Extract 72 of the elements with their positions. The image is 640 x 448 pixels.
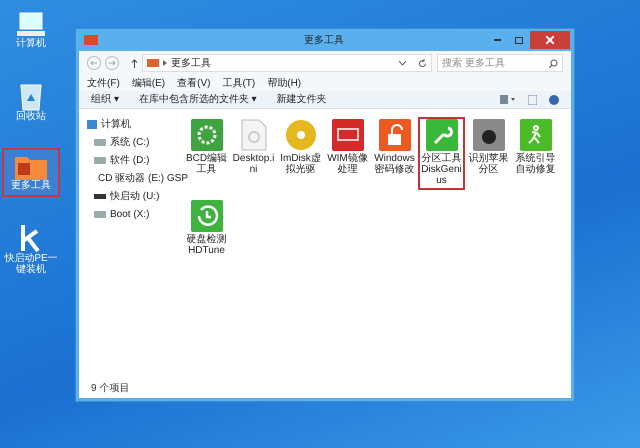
file-item[interactable]: WIM镜像处理 [324, 117, 371, 190]
drive-icon [94, 157, 106, 164]
running-person-icon [520, 119, 552, 151]
disc-icon [284, 119, 316, 151]
menu-item[interactable]: 工具(T) [222, 76, 256, 90]
file-label: 分区工具DiskGenius [420, 153, 463, 186]
gear-icon [190, 119, 222, 151]
desktop-icon[interactable]: 回收站 [2, 75, 60, 128]
folder-icon [84, 35, 98, 45]
sidebar-item[interactable]: 快启动 (U:) [110, 189, 160, 204]
sidebar-item[interactable]: 系统 (C:) [110, 135, 150, 150]
file-item[interactable]: 识别苹果分区 [465, 117, 512, 190]
toolbar-button[interactable]: 新建文件夹 [276, 92, 327, 107]
menu-item[interactable]: 文件(F) [87, 76, 120, 90]
help-icon[interactable] [549, 94, 559, 104]
chevron-right-icon [163, 60, 167, 66]
search-input[interactable]: 搜索 更多工具 [442, 56, 542, 70]
desktop-icon[interactable]: 快启动PE一键装机 [2, 217, 60, 281]
file-label: Windows密码修改 [373, 153, 416, 175]
close-button[interactable] [530, 31, 570, 49]
desktop-icon[interactable]: 更多工具 [2, 148, 60, 197]
desktop-icon[interactable]: 计算机 [2, 6, 60, 55]
preview-pane-icon[interactable] [528, 94, 537, 104]
up-button[interactable] [131, 58, 138, 68]
clock-icon [190, 200, 222, 232]
menu-item[interactable]: 编辑(E) [132, 76, 166, 90]
refresh-icon[interactable] [418, 58, 427, 68]
file-item[interactable]: ImDisk虚拟光驱 [277, 117, 324, 190]
menu-item[interactable]: 帮助(H) [267, 76, 302, 90]
computer-icon [17, 12, 45, 38]
address-path: 更多工具 [171, 56, 211, 70]
sidebar-item[interactable]: 软件 (D:) [110, 153, 150, 168]
file-item[interactable]: 分区工具DiskGenius [418, 117, 465, 190]
file-item[interactable]: 系统引导自动修复 [512, 117, 559, 190]
desktop-icon-label: 计算机 [16, 38, 46, 49]
sidebar-item[interactable]: CD 驱动器 (E:) GSP [98, 171, 188, 186]
file-label: Desktop.ini [232, 153, 275, 175]
file-label: BCD编辑工具 [186, 153, 228, 175]
file-label: 硬盘检测HDTune [186, 234, 228, 256]
computer-icon [87, 120, 97, 129]
file-item[interactable]: Desktop.ini [230, 117, 277, 190]
file-label: 识别苹果分区 [468, 153, 510, 175]
folder-icon [147, 59, 159, 67]
wrench-icon [426, 119, 458, 151]
status-bar-text: 9 个项目 [91, 382, 130, 396]
address-bar[interactable]: 更多工具 [142, 54, 432, 72]
dropdown-icon[interactable] [399, 60, 406, 66]
window-title: 更多工具 [304, 34, 344, 48]
sidebar-item[interactable]: Boot (X:) [110, 207, 150, 222]
file-item[interactable]: 硬盘检测HDTune [183, 198, 230, 260]
desktop-icon-label: 更多工具 [11, 180, 51, 191]
drive-icon [94, 139, 106, 146]
document-icon [240, 119, 266, 151]
drive-icon [94, 211, 106, 218]
file-item[interactable]: Windows密码修改 [371, 117, 418, 190]
desktop-icon-label: 回收站 [16, 111, 46, 122]
close-icon [546, 36, 554, 44]
toolbar-button[interactable]: 组织 ▾ [91, 92, 119, 107]
folder-icon [15, 154, 47, 180]
menu-item[interactable]: 查看(V) [177, 76, 210, 90]
search-field[interactable]: 搜索 更多工具 [437, 54, 563, 72]
sidebar-item[interactable]: 计算机 [101, 117, 131, 132]
search-icon [549, 58, 558, 68]
desktop-icon-label: 快启动PE一键装机 [4, 253, 58, 275]
lock-icon [378, 119, 410, 151]
toolbar-button[interactable]: 在库中包含所选的文件夹 ▾ [138, 92, 257, 107]
usb-drive-icon [94, 194, 106, 199]
file-label: ImDisk虚拟光驱 [279, 153, 322, 175]
file-label: WIM镜像处理 [326, 153, 369, 175]
file-label: 系统引导自动修复 [514, 153, 556, 175]
wim-icon [332, 119, 364, 151]
view-options-icon[interactable] [500, 95, 516, 104]
